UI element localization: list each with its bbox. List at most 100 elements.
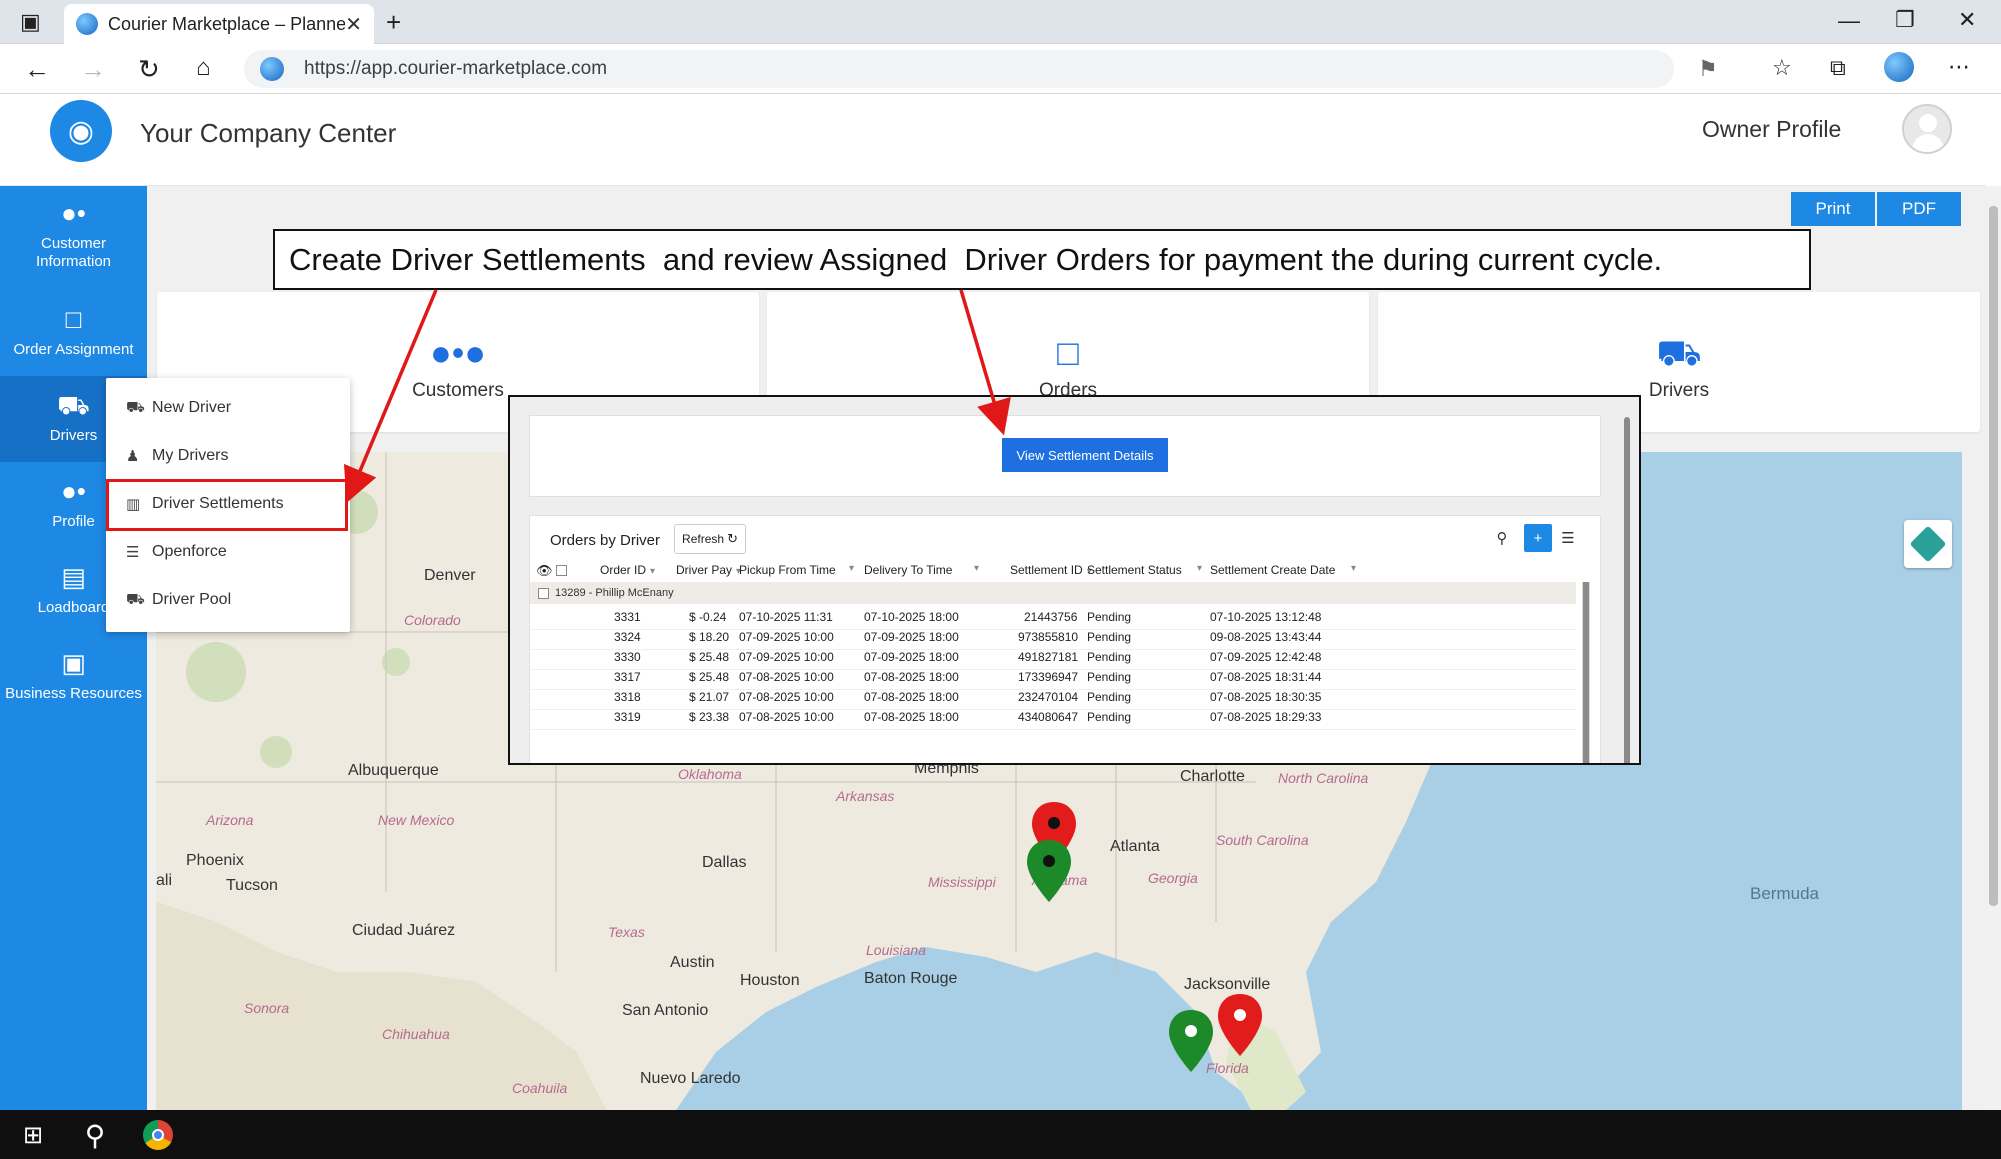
car-icon: ⛟ [1656, 332, 1702, 373]
document-icon: ☰ [126, 544, 140, 561]
sidebar-item-label: Drivers [49, 427, 98, 445]
refresh-icon: ↻ [727, 531, 738, 546]
truck-icon: ⛟ [126, 590, 145, 608]
sidebar-item-label: Customer Information [35, 235, 112, 271]
page-scrollbar[interactable] [1986, 186, 2001, 1110]
menu-item-new-driver[interactable]: ⛟ New Driver [106, 384, 350, 432]
collections-icon[interactable]: ⧉ [1830, 57, 1846, 79]
owner-profile-link[interactable]: Owner Profile [1702, 116, 1841, 143]
sidebar-item-business-resources[interactable]: ▣ Business Resources [0, 648, 147, 703]
app-header: ◉ Your Company Center Owner Profile [0, 94, 1986, 186]
table-menu-icon[interactable]: ☰ [1554, 524, 1582, 552]
refresh-button[interactable]: Refresh ↻ [674, 524, 746, 554]
url-field[interactable]: https://app.courier-marketplace.com [244, 50, 1674, 88]
more-menu-icon[interactable]: ⋯ [1948, 56, 1970, 78]
users-icon: ●•● [429, 332, 487, 373]
table-scrollbar[interactable] [1582, 582, 1590, 763]
scrollbar-thumb[interactable] [1989, 206, 1998, 906]
restore-icon[interactable]: ❐ [1895, 9, 1915, 31]
tab-actions-icon[interactable]: ▣ [20, 11, 41, 33]
browser-tab-bar: ▣ Courier Marketplace – Planner ✕ + — ❐ … [0, 0, 2001, 44]
column-visibility-icon[interactable]: 👁 [536, 563, 553, 579]
minimize-icon[interactable]: — [1838, 10, 1860, 32]
refresh-label: Refresh [682, 532, 725, 546]
group-checkbox[interactable] [538, 587, 549, 599]
car-icon: ⛟ [126, 398, 145, 416]
sidebar-item-customer-information[interactable]: ●• Customer Information [0, 198, 147, 271]
table-add-icon[interactable]: + [1524, 524, 1552, 552]
orders-by-driver-table: Orders by Driver Refresh ↻ ⚲ + ☰ 👁 Order… [529, 515, 1601, 763]
column-header-settlement-status[interactable]: Settlement Status ▾ [1087, 563, 1202, 577]
extension-icon[interactable]: ⚑ [1698, 58, 1718, 80]
map-pin-green-alabama[interactable] [1027, 840, 1071, 902]
sidebar-item-label: Profile [52, 513, 95, 531]
print-button[interactable]: Print [1791, 192, 1875, 226]
table-row[interactable]: 3319 $ 23.38 07-08-2025 10:00 07-08-2025… [530, 704, 1576, 730]
annotation-callout: Create Driver Settlements and review Ass… [273, 229, 1811, 290]
laptop-lock-icon: ▣ [61, 648, 86, 678]
menu-item-openforce[interactable]: ☰ Openforce [106, 528, 350, 576]
table-scrollbar-thumb[interactable] [1583, 582, 1589, 763]
settlement-inset: View Settlement Details Orders by Driver… [508, 395, 1641, 765]
layers-icon [1909, 525, 1947, 563]
sidebar-item-label: Business Resources [5, 685, 142, 703]
sidebar-item-order-assignment[interactable]: □ Order Assignment [0, 304, 147, 359]
monitor-icon: □ [65, 304, 82, 334]
company-title: Your Company Center [140, 118, 397, 148]
table-title: Orders by Driver [550, 532, 661, 549]
windows-start-icon[interactable]: ⊞ [16, 1118, 50, 1152]
menu-item-driver-pool[interactable]: ⛟ Driver Pool [106, 576, 350, 624]
sidebar-item-label: Order Assignment [13, 341, 134, 359]
reload-icon[interactable]: ↻ [138, 56, 160, 82]
company-logo-icon[interactable]: ◉ [50, 100, 112, 162]
map-pin-red-florida[interactable] [1218, 994, 1262, 1056]
select-all-checkbox[interactable] [556, 565, 567, 576]
column-header-delivery-to-time[interactable]: Delivery To Time ▾ [864, 563, 979, 577]
users-icon: ●• [61, 476, 86, 506]
windows-taskbar: ⊞ ⚲ [0, 1110, 2001, 1159]
new-tab-icon[interactable]: + [386, 9, 401, 35]
search-icon[interactable]: ⚲ [78, 1118, 112, 1152]
pdf-button[interactable]: PDF [1877, 192, 1961, 226]
menu-item-my-drivers[interactable]: ♟ My Drivers [106, 432, 350, 480]
column-header-pickup-from-time[interactable]: Pickup From Time ▾ [739, 563, 854, 577]
settlement-actions-panel: View Settlement Details [529, 415, 1601, 497]
users-icon: ●• [61, 198, 86, 228]
forward-icon[interactable]: → [80, 56, 106, 82]
column-header-settlement-id[interactable]: Settlement ID ▾ [1010, 563, 1092, 577]
people-icon: ♟ [126, 448, 140, 465]
menu-item-label: My Drivers [152, 447, 229, 464]
car-icon: ⛟ [57, 390, 90, 420]
group-label: 13289 - Phillip McEnany [555, 587, 674, 599]
url-globe-icon [260, 57, 284, 81]
driver-group-row[interactable]: 13289 - Phillip McEnany [530, 582, 1576, 604]
menu-item-label: Openforce [152, 543, 227, 560]
chrome-app-icon[interactable] [143, 1120, 173, 1150]
map-layers-button[interactable] [1904, 520, 1952, 568]
tab-close-icon[interactable]: ✕ [345, 12, 362, 37]
home-icon[interactable]: ⌂ [196, 56, 211, 80]
site-globe-icon [76, 13, 98, 35]
avatar[interactable] [1902, 104, 1952, 154]
browser-address-bar: ← → ↻ ⌂ https://app.courier-marketplace.… [0, 44, 2001, 94]
column-header-order-id[interactable]: Order ID ▾ [600, 563, 655, 577]
inset-scrollbar[interactable] [1622, 403, 1632, 763]
callout-text: Create Driver Settlements and review Ass… [289, 241, 1663, 277]
favorites-icon[interactable]: ☆ [1772, 57, 1792, 79]
window-close-icon[interactable]: ✕ [1958, 9, 1976, 31]
column-header-driver-pay[interactable]: Driver Pay ▾ [676, 563, 741, 577]
tab-title: Courier Marketplace – Planner [108, 13, 346, 34]
sidebar: ●• Customer Information □ Order Assignme… [0, 186, 147, 1110]
menu-item-label: Driver Pool [152, 591, 232, 608]
map-pin-green-florida[interactable] [1169, 1010, 1213, 1072]
column-header-settlement-create-date[interactable]: Settlement Create Date ▾ [1210, 563, 1356, 577]
view-settlement-details-button[interactable]: View Settlement Details [1002, 438, 1168, 472]
browser-tab[interactable]: Courier Marketplace – Planner ✕ [64, 4, 374, 44]
driver-settlements-highlight [106, 479, 348, 531]
table-search-icon[interactable]: ⚲ [1488, 524, 1516, 552]
back-icon[interactable]: ← [24, 56, 50, 82]
url-text: https://app.courier-marketplace.com [304, 58, 608, 79]
monitor-icon: □ [1057, 332, 1079, 373]
profile-globe-icon[interactable] [1884, 52, 1914, 82]
inset-scrollbar-thumb[interactable] [1624, 417, 1630, 763]
